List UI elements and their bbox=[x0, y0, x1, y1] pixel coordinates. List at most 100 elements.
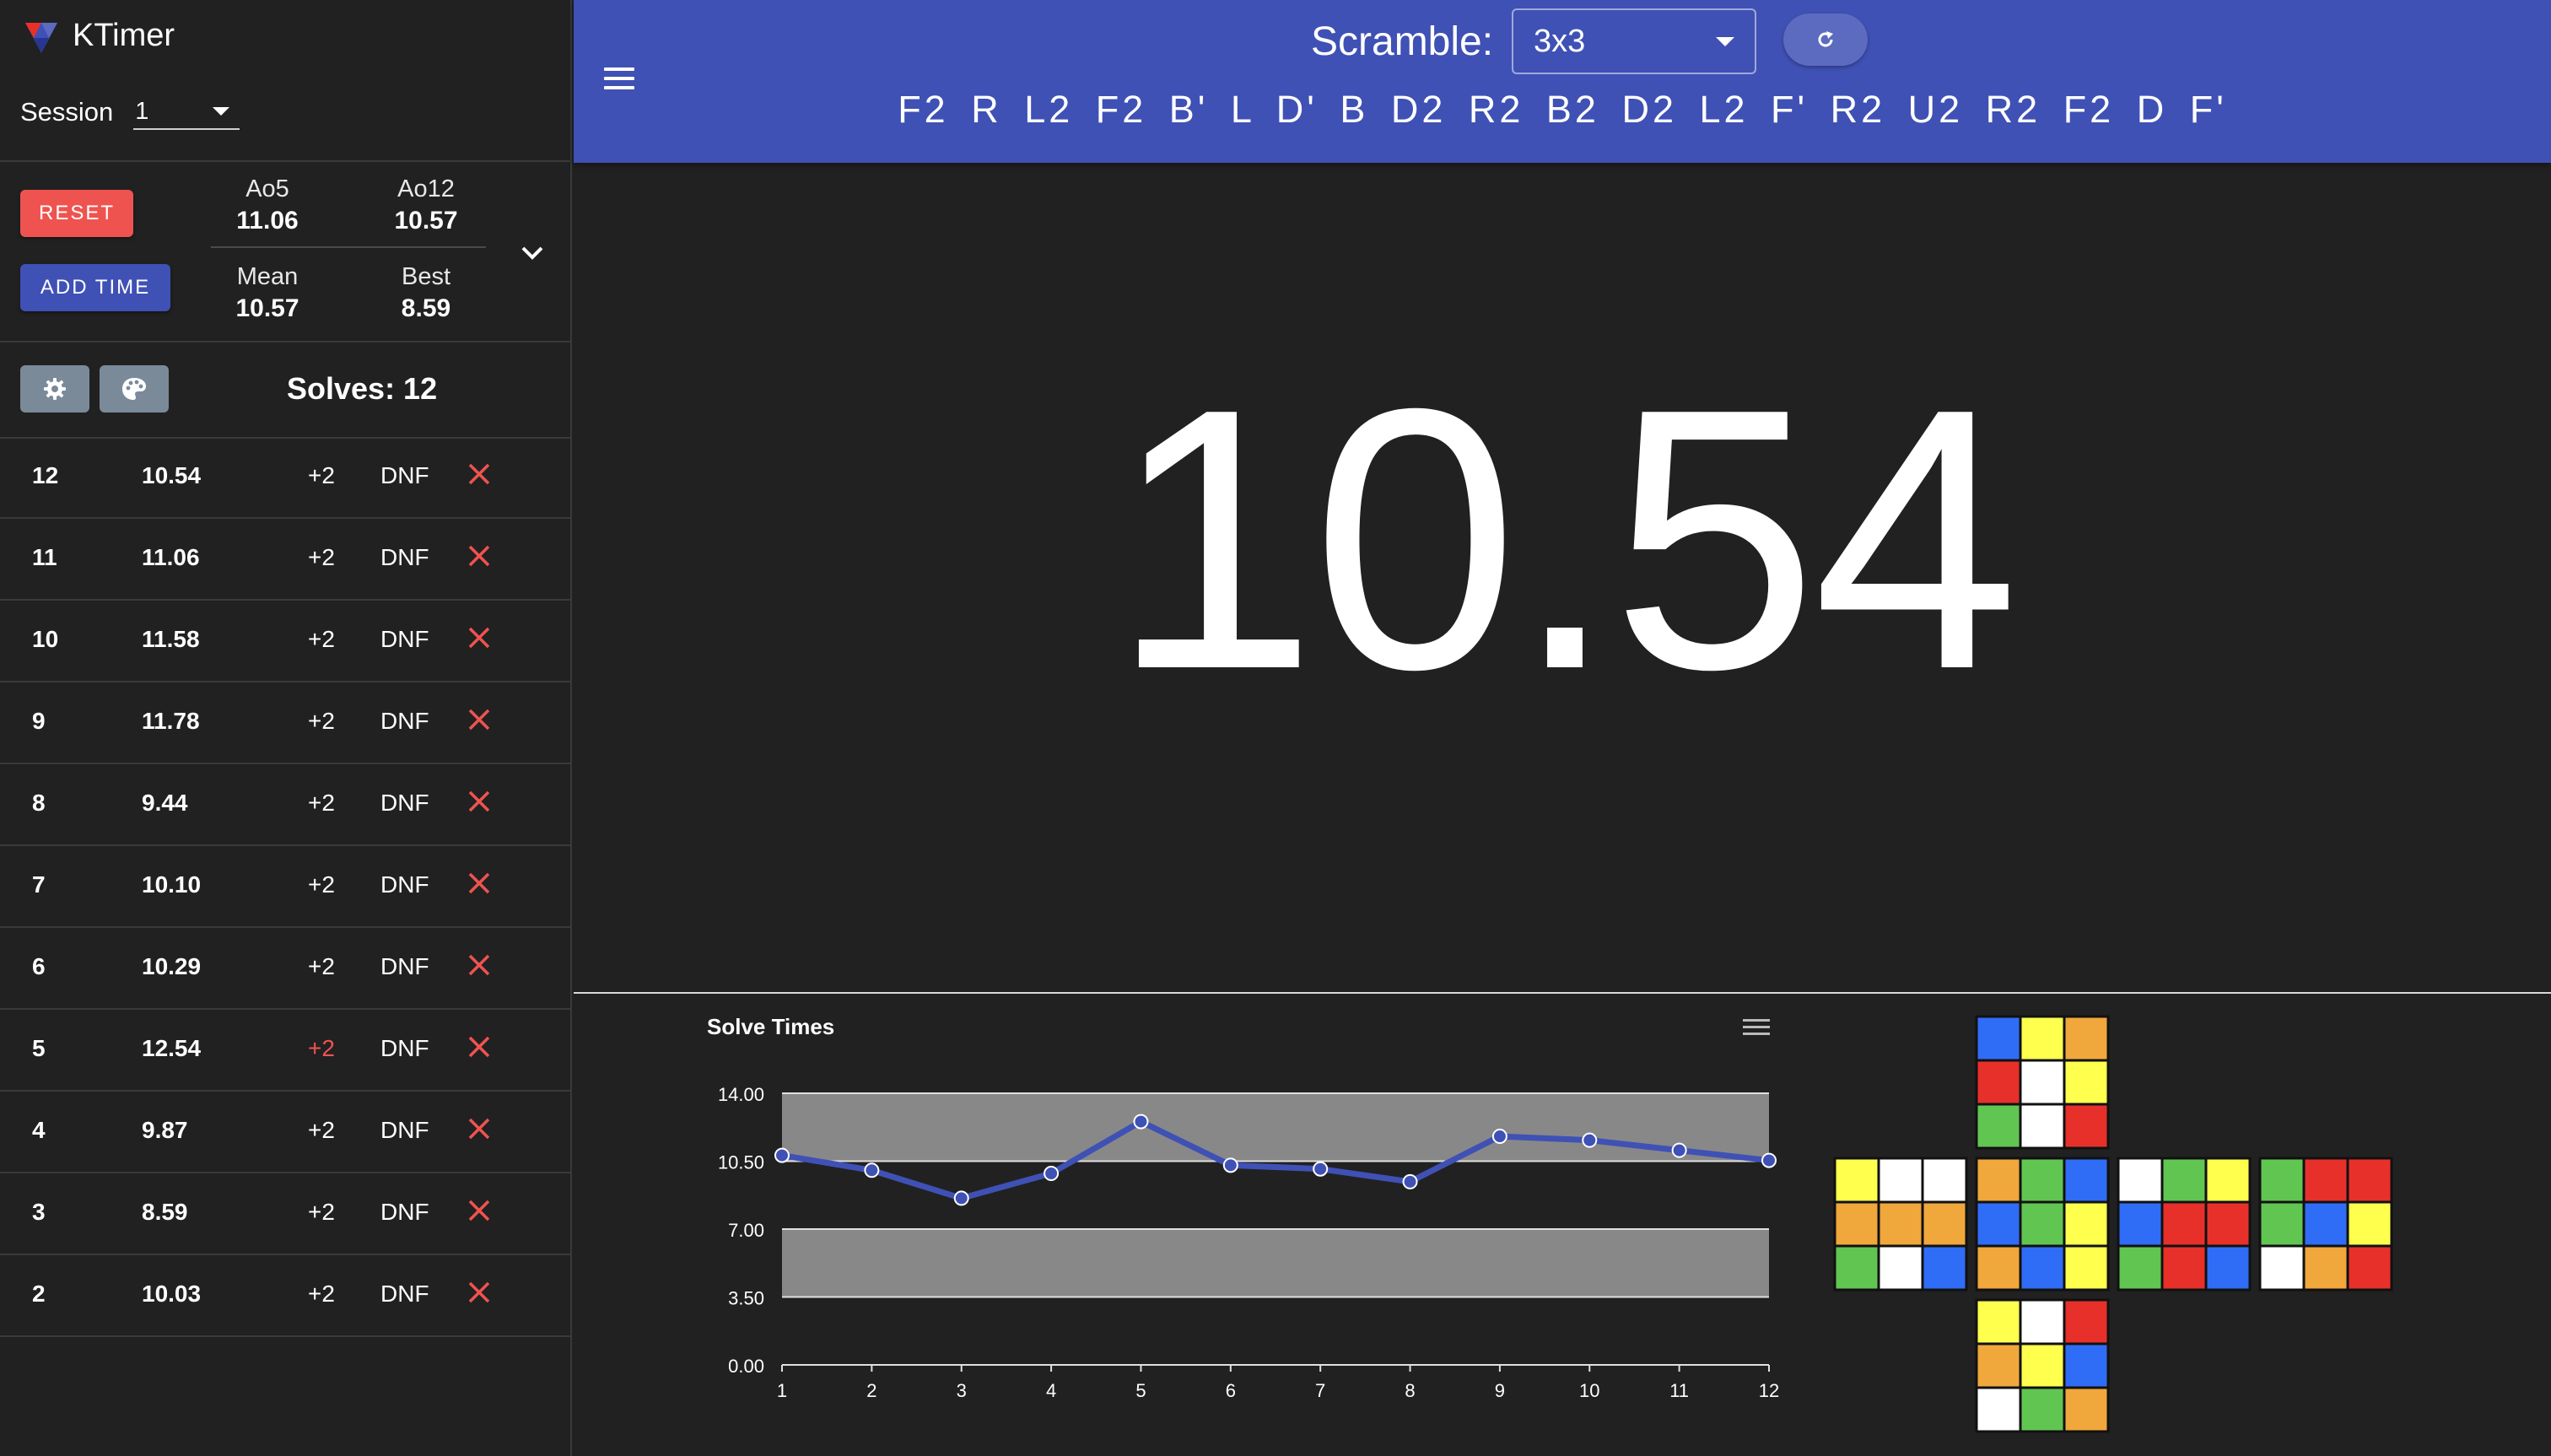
data-point[interactable] bbox=[774, 1147, 790, 1163]
dnf-button[interactable]: DNF bbox=[380, 953, 429, 980]
y-tick-label: 7.00 bbox=[728, 1220, 764, 1241]
dnf-button[interactable]: DNF bbox=[380, 871, 429, 898]
x-tick-label: 12 bbox=[1759, 1380, 1779, 1401]
plus-two-button[interactable]: +2 bbox=[308, 953, 335, 980]
data-point[interactable] bbox=[1582, 1132, 1598, 1148]
data-point[interactable] bbox=[1133, 1114, 1149, 1130]
data-point[interactable] bbox=[864, 1162, 880, 1178]
plus-two-button[interactable]: +2 bbox=[308, 708, 335, 735]
dnf-button[interactable]: DNF bbox=[380, 1035, 429, 1062]
cube-sticker bbox=[1833, 1200, 1880, 1248]
plus-two-button[interactable]: +2 bbox=[308, 871, 335, 898]
plus-two-button[interactable]: +2 bbox=[308, 1281, 335, 1308]
plus-two-button[interactable]: +2 bbox=[308, 1035, 335, 1062]
cube-sticker bbox=[2063, 1342, 2110, 1389]
data-point[interactable] bbox=[1491, 1129, 1507, 1145]
new-scramble-button[interactable] bbox=[1783, 13, 1868, 66]
add-time-button[interactable]: ADD TIME bbox=[20, 264, 170, 311]
expand-stats-chevron-icon[interactable] bbox=[516, 240, 548, 265]
dnf-button[interactable]: DNF bbox=[380, 626, 429, 653]
solve-row: 12 10.54 +2 DNF bbox=[0, 437, 570, 519]
solve-time[interactable]: 11.58 bbox=[142, 626, 200, 653]
cube-sticker bbox=[2019, 1103, 2066, 1150]
data-point[interactable] bbox=[1222, 1157, 1238, 1173]
plus-two-button[interactable]: +2 bbox=[308, 626, 335, 653]
cube-sticker bbox=[1975, 1298, 2022, 1345]
dnf-button[interactable]: DNF bbox=[380, 1281, 429, 1308]
cube-face-R bbox=[2117, 1157, 2252, 1292]
dnf-button[interactable]: DNF bbox=[380, 1199, 429, 1226]
plus-two-button[interactable]: +2 bbox=[308, 1117, 335, 1144]
dnf-button[interactable]: DNF bbox=[380, 1117, 429, 1144]
x-tick-label: 4 bbox=[1046, 1380, 1056, 1401]
cube-sticker bbox=[1921, 1157, 1968, 1204]
timer-display[interactable]: 10.54 bbox=[574, 354, 2551, 725]
delete-solve-button[interactable] bbox=[466, 1279, 493, 1312]
cube-sticker bbox=[2117, 1157, 2164, 1204]
delete-solve-button[interactable] bbox=[466, 870, 493, 903]
data-point[interactable] bbox=[1671, 1142, 1687, 1158]
x-tick-label: 10 bbox=[1579, 1380, 1599, 1401]
cube-sticker bbox=[1975, 1200, 2022, 1248]
data-point[interactable] bbox=[1044, 1165, 1060, 1181]
session-dropdown[interactable]: 1 bbox=[133, 94, 240, 130]
plus-two-button[interactable]: +2 bbox=[308, 462, 335, 489]
cube-sticker bbox=[2063, 1200, 2110, 1248]
cube-sticker bbox=[2063, 1298, 2110, 1345]
settings-button[interactable] bbox=[20, 365, 89, 413]
cube-sticker bbox=[1877, 1157, 1924, 1204]
delete-solve-button[interactable] bbox=[466, 706, 493, 739]
solve-time[interactable]: 11.78 bbox=[142, 708, 200, 735]
solve-time[interactable]: 9.87 bbox=[142, 1117, 188, 1144]
delete-solve-button[interactable] bbox=[466, 1033, 493, 1066]
cube-sticker bbox=[2302, 1244, 2349, 1292]
top-bar: Scramble: 3x3 F2 R L2 F2 B' L D' B D2 R2… bbox=[574, 0, 2551, 163]
chart-title: Solve Times bbox=[707, 1014, 834, 1039]
data-point[interactable] bbox=[1402, 1173, 1418, 1189]
cube-sticker bbox=[2019, 1244, 2066, 1292]
cube-sticker bbox=[2019, 1015, 2066, 1062]
plus-two-button[interactable]: +2 bbox=[308, 544, 335, 571]
delete-solve-button[interactable] bbox=[466, 542, 493, 575]
puzzle-value: 3x3 bbox=[1534, 23, 1586, 59]
solve-time[interactable]: 8.59 bbox=[142, 1199, 188, 1226]
cube-sticker bbox=[2258, 1200, 2306, 1248]
stats-divider bbox=[211, 246, 486, 248]
dnf-button[interactable]: DNF bbox=[380, 462, 429, 489]
x-tick-label: 7 bbox=[1315, 1380, 1325, 1401]
reset-button[interactable]: RESET bbox=[20, 190, 133, 237]
cube-sticker bbox=[2019, 1342, 2066, 1389]
dnf-button[interactable]: DNF bbox=[380, 790, 429, 817]
dnf-button[interactable]: DNF bbox=[380, 544, 429, 571]
solve-time[interactable]: 10.10 bbox=[142, 871, 201, 898]
solve-time[interactable]: 9.44 bbox=[142, 790, 188, 817]
data-point[interactable] bbox=[1761, 1152, 1777, 1168]
theme-button[interactable] bbox=[100, 365, 169, 413]
cube-sticker bbox=[2302, 1157, 2349, 1204]
plus-two-button[interactable]: +2 bbox=[308, 1199, 335, 1226]
chart-menu-icon[interactable] bbox=[1743, 1019, 1770, 1035]
solve-time[interactable]: 11.06 bbox=[142, 544, 200, 571]
delete-solve-button[interactable] bbox=[466, 461, 493, 493]
solve-time[interactable]: 10.03 bbox=[142, 1281, 201, 1308]
solve-time[interactable]: 10.54 bbox=[142, 462, 201, 489]
data-point[interactable] bbox=[1313, 1161, 1329, 1177]
palette-icon bbox=[122, 378, 146, 400]
data-point[interactable] bbox=[953, 1190, 969, 1206]
divider bbox=[0, 341, 570, 342]
solve-time[interactable]: 10.29 bbox=[142, 953, 201, 980]
delete-solve-button[interactable] bbox=[466, 1197, 493, 1230]
solve-time[interactable]: 12.54 bbox=[142, 1035, 201, 1062]
delete-solve-button[interactable] bbox=[466, 952, 493, 984]
plus-two-button[interactable]: +2 bbox=[308, 790, 335, 817]
cube-sticker bbox=[2204, 1157, 2252, 1204]
delete-solve-button[interactable] bbox=[466, 1115, 493, 1148]
cube-sticker bbox=[2160, 1200, 2208, 1248]
close-icon bbox=[468, 954, 490, 976]
delete-solve-button[interactable] bbox=[466, 624, 493, 657]
puzzle-select[interactable]: 3x3 bbox=[1512, 8, 1756, 74]
plot-band bbox=[782, 1093, 1769, 1162]
solve-number: 2 bbox=[32, 1281, 46, 1307]
dnf-button[interactable]: DNF bbox=[380, 708, 429, 735]
delete-solve-button[interactable] bbox=[466, 788, 493, 821]
